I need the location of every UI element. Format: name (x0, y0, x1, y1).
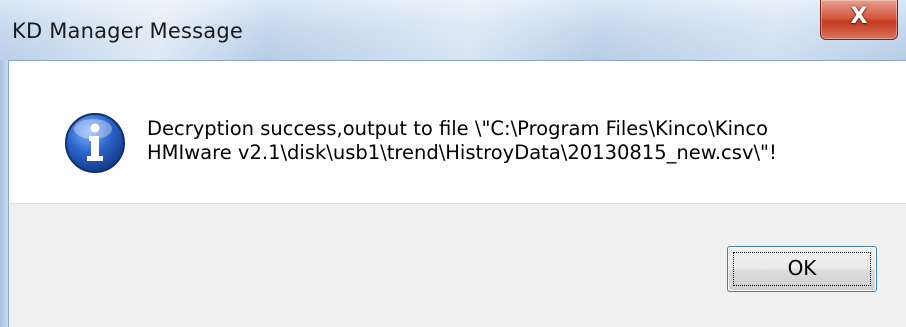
message-text: Decryption success,output to file \"C:\P… (147, 117, 887, 165)
ok-button-label: OK (787, 256, 817, 280)
message-content-area: Decryption success,output to file \"C:\P… (9, 61, 906, 203)
message-line-2: HMIware v2.1\disk\usb1\trend\HistroyData… (147, 141, 777, 164)
message-dialog-window: KD Manager Message X Decryption success,… (0, 0, 906, 327)
dialog-client-area: Decryption success,output to file \"C:\P… (8, 60, 906, 327)
message-line-1: Decryption success,output to file \"C:\P… (147, 117, 769, 140)
close-button[interactable]: X (820, 0, 898, 40)
close-icon: X (850, 4, 868, 29)
button-area: OK (9, 203, 906, 327)
window-title: KD Manager Message (12, 19, 243, 43)
ok-button[interactable]: OK (727, 246, 877, 292)
window-frame-left (0, 60, 8, 327)
information-icon (65, 113, 125, 173)
title-bar[interactable]: KD Manager Message X (0, 0, 906, 60)
